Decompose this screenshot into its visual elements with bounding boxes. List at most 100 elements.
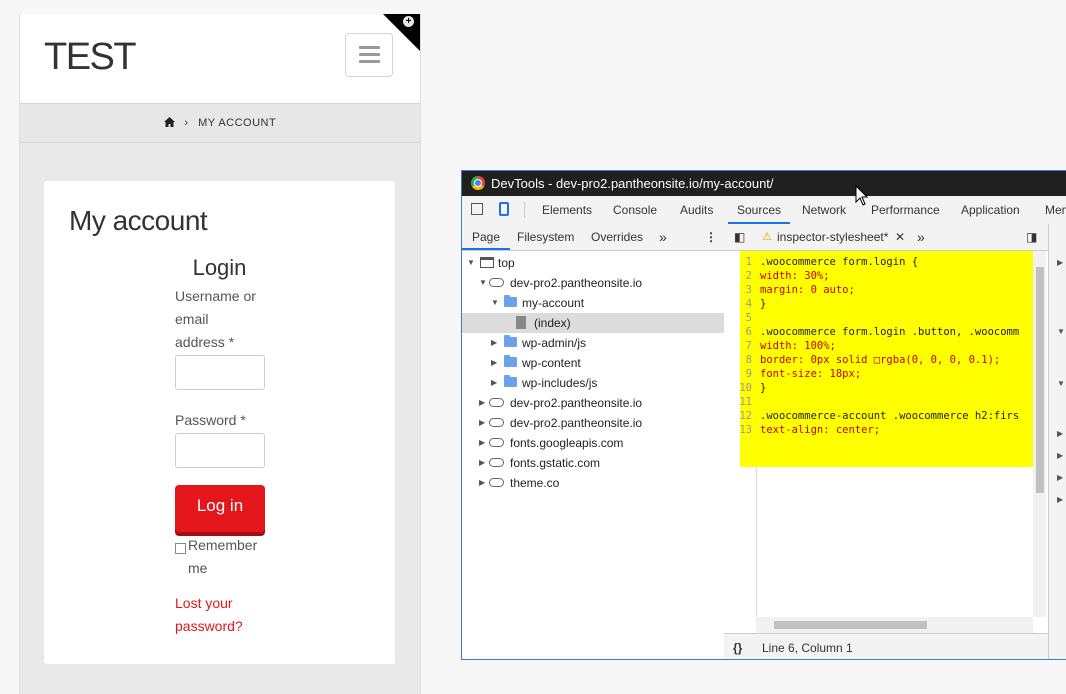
tree-item[interactable]: ▶ wp-admin/js bbox=[462, 333, 724, 353]
username-field[interactable] bbox=[175, 355, 265, 390]
collapsed-triangle-icon[interactable]: ▶ bbox=[1057, 451, 1063, 460]
line-number: 12 bbox=[739, 410, 752, 422]
tab-application[interactable]: Application bbox=[961, 196, 1020, 224]
code-line[interactable]: .woocommerce form.login { bbox=[760, 255, 918, 269]
tree-item[interactable]: ▼ my-account bbox=[462, 293, 724, 313]
device-toolbar-icon[interactable] bbox=[499, 202, 509, 216]
remember-me-checkbox[interactable] bbox=[175, 543, 186, 554]
site-logo[interactable]: TEST bbox=[44, 36, 137, 79]
tree-item[interactable]: ▶ fonts.googleapis.com bbox=[462, 433, 724, 453]
editor-tab-inspector-stylesheet[interactable]: inspector-stylesheet* bbox=[777, 224, 888, 250]
folder-icon bbox=[504, 375, 517, 387]
line-number: 4 bbox=[745, 298, 752, 310]
expanded-triangle-icon: ▼ bbox=[479, 278, 487, 287]
lost-password-link[interactable]: password? bbox=[175, 618, 243, 634]
line-number: 2 bbox=[745, 270, 752, 282]
scrollbar-thumb[interactable] bbox=[774, 621, 927, 629]
collapsed-triangle-icon[interactable]: ▶ bbox=[1057, 495, 1063, 504]
collapsed-triangle-icon: ▶ bbox=[479, 398, 486, 407]
line-number: 11 bbox=[739, 396, 752, 408]
code-line[interactable]: .woocommerce form.login .button, .woocom… bbox=[760, 325, 1019, 339]
breadcrumb-current: MY ACCOUNT bbox=[198, 117, 277, 129]
collapsed-triangle-icon[interactable]: ▶ bbox=[1057, 429, 1063, 438]
username-label-line: Username or bbox=[175, 288, 256, 304]
tree-item[interactable]: ▶ wp-content bbox=[462, 353, 724, 373]
code-line[interactable]: border: 0px solid □rgba(0, 0, 0, 0.1); bbox=[760, 353, 1000, 367]
site-header: TEST + bbox=[20, 14, 420, 104]
tree-item[interactable]: ▼ top bbox=[462, 253, 724, 273]
more-tabs-icon[interactable]: » bbox=[659, 224, 667, 250]
password-field[interactable] bbox=[175, 433, 265, 468]
code-editor: ◧ ⚠ inspector-stylesheet* ✕ » ◨ 1 2 3 4 … bbox=[724, 224, 1048, 659]
username-label-line: email bbox=[175, 311, 209, 327]
corner-ribbon[interactable] bbox=[383, 14, 420, 51]
tab-sources[interactable]: Sources bbox=[728, 196, 791, 224]
devtools-tabbar: Elements Console Audits Sources Network … bbox=[462, 196, 1066, 225]
code-line[interactable]: } bbox=[760, 297, 766, 311]
tree-item[interactable]: ▶ wp-includes/js bbox=[462, 373, 724, 393]
collapsed-triangle-icon: ▶ bbox=[479, 418, 486, 427]
tree-item[interactable]: ▼ dev-pro2.pantheonsite.io bbox=[462, 273, 724, 293]
cursor-position: Line 6, Column 1 bbox=[762, 641, 853, 655]
tab-page[interactable]: Page bbox=[462, 224, 511, 250]
toggle-navigator-icon[interactable]: ◧ bbox=[734, 224, 745, 250]
window-title: DevTools - dev-pro2.pantheonsite.io/my-a… bbox=[491, 176, 774, 191]
tree-label: dev-pro2.pantheonsite.io bbox=[510, 416, 643, 430]
folder-icon bbox=[504, 295, 517, 307]
close-tab-icon[interactable]: ✕ bbox=[895, 224, 905, 250]
login-button[interactable]: Log in bbox=[175, 485, 265, 532]
pretty-print-icon[interactable]: {} bbox=[733, 634, 742, 659]
inspect-element-icon[interactable] bbox=[471, 203, 483, 215]
cloud-icon bbox=[489, 478, 504, 487]
devtools-window: DevTools - dev-pro2.pantheonsite.io/my-a… bbox=[461, 170, 1066, 660]
cloud-icon bbox=[489, 418, 504, 427]
navigator-tabs: Page Filesystem Overrides » ⋮ bbox=[462, 224, 724, 251]
tree-item[interactable]: ▶ theme.co bbox=[462, 473, 724, 493]
line-number: 5 bbox=[745, 312, 752, 324]
tree-item[interactable]: ▶ dev-pro2.pantheonsite.io bbox=[462, 413, 724, 433]
tree-item-selected[interactable]: (index) bbox=[462, 313, 724, 333]
more-tabs-icon[interactable]: » bbox=[917, 224, 925, 250]
tab-elements[interactable]: Elements bbox=[542, 196, 592, 224]
collapsed-triangle-icon: ▶ bbox=[479, 458, 486, 467]
kebab-menu-icon[interactable]: ⋮ bbox=[705, 224, 717, 250]
tree-item[interactable]: ▶ dev-pro2.pantheonsite.io bbox=[462, 393, 724, 413]
sources-navigator: Page Filesystem Overrides » ⋮ ▼ top ▼ de… bbox=[462, 224, 725, 659]
scrollbar-thumb[interactable] bbox=[1036, 267, 1044, 493]
code-line[interactable]: width: 30%; bbox=[760, 269, 830, 283]
code-line[interactable]: margin: 0 auto; bbox=[760, 283, 855, 297]
tree-item[interactable]: ▶ fonts.gstatic.com bbox=[462, 453, 724, 473]
tab-performance[interactable]: Performance bbox=[871, 196, 940, 224]
vertical-scrollbar[interactable] bbox=[1033, 251, 1046, 617]
plus-icon[interactable]: + bbox=[403, 16, 414, 27]
tab-network[interactable]: Network bbox=[802, 196, 846, 224]
collapsed-triangle-icon: ▶ bbox=[479, 438, 486, 447]
devtools-titlebar[interactable]: DevTools - dev-pro2.pantheonsite.io/my-a… bbox=[462, 171, 1066, 196]
code-line[interactable]: font-size: 18px; bbox=[760, 367, 861, 381]
collapsed-triangle-icon[interactable]: ▶ bbox=[1057, 258, 1063, 267]
expanded-triangle-icon[interactable]: ▼ bbox=[1057, 327, 1065, 336]
code-line[interactable]: } bbox=[760, 381, 766, 395]
toolbar-divider bbox=[524, 202, 525, 218]
expanded-triangle-icon[interactable]: ▼ bbox=[1057, 379, 1065, 388]
home-icon[interactable] bbox=[163, 117, 179, 129]
tab-overrides[interactable]: Overrides bbox=[591, 224, 643, 250]
code-line[interactable]: .woocommerce-account .woocommerce h2:fir… bbox=[760, 409, 1019, 423]
line-number: 1 bbox=[745, 256, 752, 268]
cloud-icon bbox=[489, 458, 504, 467]
tab-memory[interactable]: Mem bbox=[1045, 196, 1066, 224]
toggle-debugger-icon[interactable]: ◨ bbox=[1026, 224, 1037, 250]
tab-console[interactable]: Console bbox=[613, 196, 657, 224]
tab-filesystem[interactable]: Filesystem bbox=[517, 224, 574, 250]
code-line[interactable]: text-align: center; bbox=[760, 423, 880, 437]
tree-label: theme.co bbox=[510, 476, 560, 490]
lost-password-link[interactable]: Lost your bbox=[175, 595, 233, 611]
code-line[interactable]: width: 100%; bbox=[760, 339, 836, 353]
collapsed-triangle-icon[interactable]: ▶ bbox=[1057, 473, 1063, 482]
folder-icon bbox=[504, 355, 517, 367]
collapsed-triangle-icon: ▶ bbox=[491, 358, 498, 367]
tab-audits[interactable]: Audits bbox=[680, 196, 713, 224]
folder-icon bbox=[504, 335, 517, 347]
tree-label: fonts.gstatic.com bbox=[510, 456, 601, 470]
horizontal-scrollbar[interactable] bbox=[756, 617, 1033, 633]
